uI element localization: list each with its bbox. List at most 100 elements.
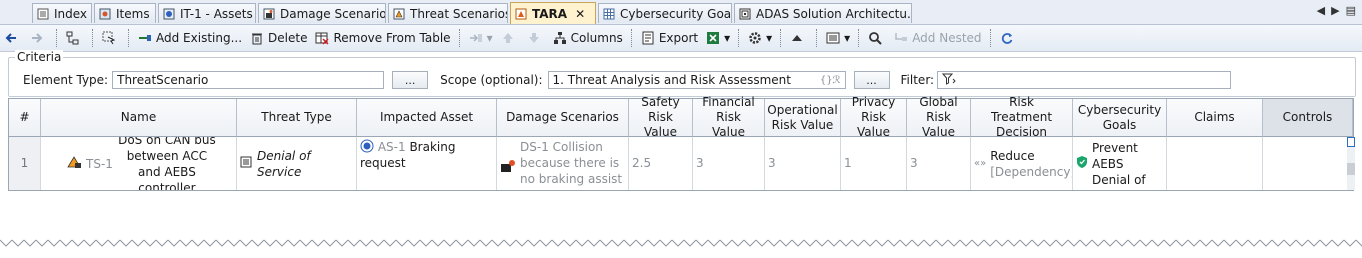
safety-risk-cell[interactable]: 2.5 (629, 137, 693, 190)
arrow-right-icon (30, 31, 44, 45)
tab-label: TARA (532, 6, 568, 21)
toolbar-separator (780, 29, 782, 47)
move-down-button[interactable] (524, 27, 548, 49)
tab-threat-scenarios[interactable]: Threat Scenarios (388, 3, 508, 23)
scope-value: 1. Threat Analysis and Risk Assessment (552, 73, 791, 87)
add-nested-label: Add Nested (912, 31, 982, 45)
funnel-icon (941, 73, 956, 88)
torn-edge-divider (0, 232, 1362, 258)
scroll-tabs-right-icon[interactable]: ▶ (1331, 4, 1339, 17)
assets-icon (163, 8, 175, 20)
column-header-claims[interactable]: Claims (1167, 99, 1263, 137)
vertical-scrollbar[interactable] (1347, 137, 1355, 190)
name-cell[interactable]: TS-1 DoS on CAN bus between ACC and AEBS… (41, 137, 237, 190)
refresh-icon (1000, 31, 1014, 45)
global-risk-cell[interactable]: 3 (907, 137, 971, 190)
column-header-safety-risk[interactable]: Safety Risk Value (629, 95, 693, 139)
claims-cell[interactable] (1167, 137, 1263, 190)
enumeration-icon (240, 156, 252, 172)
excel-export-button[interactable]: ▾ (703, 27, 733, 49)
column-header-risk-treatment[interactable]: Risk Treatment Decision (971, 95, 1073, 139)
scroll-tabs-left-icon[interactable]: ◀ (1317, 4, 1325, 17)
column-header-name[interactable]: Name (41, 99, 237, 137)
cybersecurity-goals-cell[interactable]: CG-1 Prevent AEBS Denial of Service (1073, 137, 1167, 190)
threat-type-cell[interactable]: Denial of Service (237, 137, 357, 190)
toolbar-separator (989, 29, 992, 47)
toolbar-separator (816, 29, 818, 47)
column-header-cybersecurity-goals[interactable]: Cybersecurity Goals (1073, 99, 1167, 137)
select-button[interactable] (99, 27, 123, 49)
column-header-financial-risk[interactable]: Financial Risk Value (693, 95, 765, 139)
risk-treatment-cell[interactable]: «» Reduce [Dependency] (971, 137, 1073, 190)
column-header-threat-type[interactable]: Threat Type (237, 99, 357, 137)
view-options-button[interactable]: ▾ (823, 27, 853, 49)
impacted-asset-cell[interactable]: AS-1 Braking request (357, 137, 497, 190)
tab-cybersecurity-goals[interactable]: Cybersecurity Goals (598, 3, 732, 23)
filter-field[interactable] (937, 71, 1232, 89)
tree-view-button[interactable] (63, 27, 87, 49)
column-header-operational-risk[interactable]: Operational Risk Value (765, 99, 841, 137)
back-button[interactable] (1, 27, 25, 49)
remove-table-icon (315, 31, 329, 45)
tab-label: IT-1 - Assets (180, 6, 253, 21)
add-existing-icon (138, 31, 152, 45)
damage-scenarios-cell[interactable]: DS-1 Collision because there is no braki… (497, 137, 629, 190)
refresh-button[interactable] (997, 27, 1021, 49)
list-view-icon (826, 31, 840, 45)
tab-label: Threat Scenarios (410, 6, 508, 21)
forward-button[interactable] (27, 27, 51, 49)
row-number[interactable]: 1 (9, 137, 41, 190)
toolbar-separator (858, 29, 860, 47)
filter-label: Filter: (900, 73, 935, 87)
element-type-browse-button[interactable]: ... (392, 71, 429, 89)
column-header-number[interactable]: # (9, 99, 41, 137)
scope-label: Scope (optional): (440, 73, 543, 87)
collapse-button[interactable] (787, 27, 811, 49)
tab-items[interactable]: Items (94, 3, 156, 23)
add-existing-button[interactable]: Add Existing... (135, 27, 245, 49)
tab-list-menu-icon[interactable]: ▤ (1346, 4, 1356, 17)
privacy-risk-cell[interactable]: 1 (841, 137, 907, 190)
editor-tab-bar: Index Items IT-1 - Assets Damage Scenari… (0, 0, 1362, 25)
link-button[interactable]: ▾ (466, 27, 496, 49)
remove-from-table-button[interactable]: Remove From Table (312, 27, 453, 49)
operational-risk-cell[interactable]: 3 (765, 137, 841, 190)
move-up-button[interactable] (498, 27, 522, 49)
controls-cell[interactable] (1263, 137, 1347, 190)
tree-icon (66, 31, 80, 45)
add-nested-button[interactable]: Add Nested (891, 27, 984, 49)
column-header-global-risk[interactable]: Global Risk Value (907, 95, 971, 139)
table-icon (603, 8, 615, 20)
element-type-field[interactable]: ThreatScenario (112, 71, 385, 89)
columns-button[interactable]: Columns (550, 27, 626, 49)
tab-index[interactable]: Index (32, 3, 92, 23)
tab-tara[interactable]: TARA ✕ (510, 2, 596, 24)
find-button[interactable] (865, 27, 889, 49)
toolbar-separator (56, 29, 58, 47)
column-header-damage-scenarios[interactable]: Damage Scenarios (497, 99, 629, 137)
tab-damage-scenarios[interactable]: Damage Scenarios (258, 3, 386, 23)
export-button[interactable]: Export (638, 27, 701, 49)
link-icon (469, 31, 483, 45)
tab-assets[interactable]: IT-1 - Assets (158, 3, 256, 23)
scrollbar-thumb[interactable] (1347, 163, 1355, 175)
toolbar-separator (92, 29, 94, 47)
column-header-impacted-asset[interactable]: Impacted Asset (357, 99, 497, 137)
column-header-privacy-risk[interactable]: Privacy Risk Value (841, 95, 907, 139)
cell-editor-button[interactable] (1347, 137, 1355, 147)
tab-label: Items (116, 6, 150, 21)
delete-button[interactable]: Delete (247, 27, 310, 49)
settings-button[interactable]: ▾ (745, 27, 775, 49)
scope-field[interactable]: 1. Threat Analysis and Risk Assessment {}… (547, 71, 846, 89)
tab-adas-architecture[interactable]: ADAS Solution Architectu... (734, 3, 912, 23)
financial-risk-cell[interactable]: 3 (693, 137, 765, 190)
asset-name: Braking request (360, 140, 456, 170)
tab-label: Index (54, 6, 88, 21)
close-icon[interactable]: ✕ (575, 7, 585, 21)
column-header-controls[interactable]: Controls (1263, 99, 1353, 137)
columns-icon (553, 31, 567, 45)
scope-browse-button[interactable]: ... (853, 71, 890, 89)
scope-expression-icon: {}ℛ (819, 74, 841, 86)
shield-icon (1076, 155, 1088, 173)
risk-treatment-value: Reduce (990, 148, 1035, 163)
